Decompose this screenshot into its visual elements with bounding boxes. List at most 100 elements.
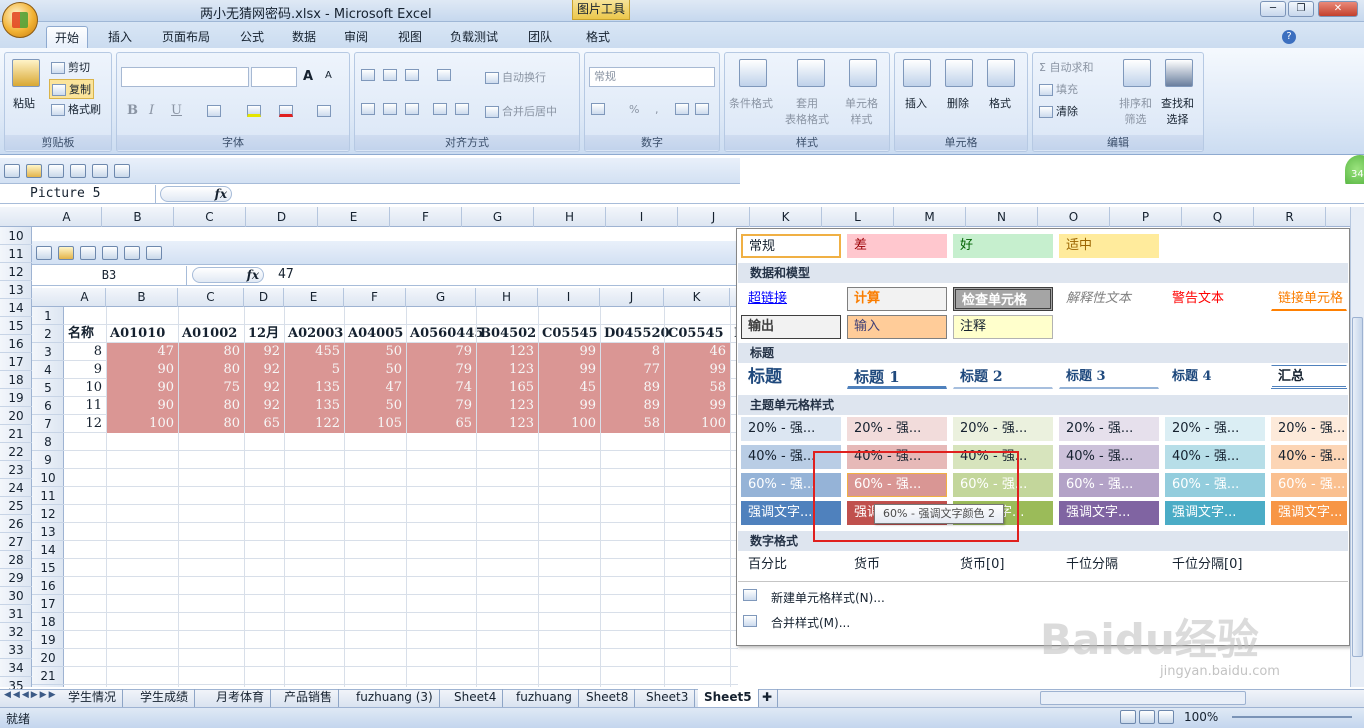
- open-icon[interactable]: [26, 164, 42, 178]
- column-header[interactable]: B: [102, 207, 174, 227]
- sheet-tab[interactable]: 产品销售: [278, 689, 340, 707]
- tab-team[interactable]: 团队: [520, 26, 560, 48]
- style-comma[interactable]: 千位分隔: [1059, 553, 1159, 577]
- column-header[interactable]: D: [246, 207, 318, 227]
- merge-styles-item[interactable]: 合并样式(M)...: [771, 614, 850, 631]
- format-painter-button[interactable]: 格式刷: [51, 101, 101, 117]
- cut-button[interactable]: 剪切: [51, 59, 90, 75]
- column-header[interactable]: H: [534, 207, 606, 227]
- tab-load-test[interactable]: 负载测试: [442, 26, 506, 48]
- row-header[interactable]: 24: [0, 479, 32, 497]
- close-button[interactable]: ✕: [1318, 1, 1358, 17]
- copy-button[interactable]: 复制: [49, 79, 94, 99]
- style-total[interactable]: 汇总: [1271, 365, 1347, 389]
- grow-font-button[interactable]: A: [303, 69, 313, 84]
- layout-icon[interactable]: [92, 164, 108, 178]
- row-header[interactable]: 26: [0, 515, 32, 533]
- column-header[interactable]: K: [750, 207, 822, 227]
- clear-button[interactable]: 清除: [1039, 103, 1078, 119]
- new-cell-style-item[interactable]: 新建单元格样式(N)...: [771, 589, 885, 606]
- page-layout-view-icon[interactable]: [1139, 710, 1155, 724]
- style-theme20-accent-1[interactable]: 20% - 强...: [741, 417, 841, 441]
- help-icon[interactable]: ?: [1282, 30, 1296, 44]
- row-header[interactable]: 23: [0, 461, 32, 479]
- normal-view-icon[interactable]: [1120, 710, 1136, 724]
- row-header[interactable]: 17: [0, 353, 32, 371]
- font-name-select[interactable]: [121, 67, 249, 87]
- underline-button[interactable]: U: [171, 103, 182, 118]
- column-header[interactable]: R: [1254, 207, 1326, 227]
- row-header[interactable]: 25: [0, 497, 32, 515]
- name-box[interactable]: Picture 5: [0, 185, 156, 203]
- comma-button[interactable]: ,: [655, 103, 659, 116]
- row-header[interactable]: 19: [0, 389, 32, 407]
- column-header[interactable]: I: [606, 207, 678, 227]
- column-header[interactable]: J: [678, 207, 750, 227]
- row-header[interactable]: 18: [0, 371, 32, 389]
- align-top-icon[interactable]: [361, 69, 375, 81]
- column-header[interactable]: M: [894, 207, 966, 227]
- sheet-tab[interactable]: 月考体育: [210, 689, 272, 707]
- tab-insert[interactable]: 插入: [100, 26, 140, 48]
- style-percent[interactable]: 百分比: [741, 553, 841, 577]
- align-bottom-icon[interactable]: [405, 69, 419, 81]
- column-header[interactable]: C: [174, 207, 246, 227]
- style-bad[interactable]: 差: [847, 234, 947, 258]
- row-header[interactable]: 29: [0, 569, 32, 587]
- insert-function-button[interactable]: fx: [160, 186, 232, 202]
- page-break-view-icon[interactable]: [1158, 710, 1174, 724]
- row-header[interactable]: 20: [0, 407, 32, 425]
- shrink-font-button[interactable]: A: [325, 70, 332, 81]
- office-button[interactable]: [2, 2, 38, 38]
- bold-button[interactable]: B: [127, 103, 138, 118]
- row-header[interactable]: 11: [0, 245, 32, 263]
- style-heading-2[interactable]: 标题 2: [953, 365, 1053, 389]
- cell-styles-button[interactable]: 单元格 样式: [845, 95, 878, 127]
- row-header[interactable]: 10: [0, 227, 32, 245]
- sheet-tab[interactable]: 学生情况: [62, 689, 124, 707]
- fill-button[interactable]: 填充: [1039, 81, 1078, 97]
- style-theme40-accent-6[interactable]: 40% - 强...: [1271, 445, 1347, 469]
- fill-color-icon[interactable]: [247, 105, 261, 117]
- sheet-tab[interactable]: Sheet5: [698, 689, 759, 707]
- zoom-slider[interactable]: [1232, 716, 1352, 718]
- row-header[interactable]: 14: [0, 299, 32, 317]
- column-header[interactable]: P: [1110, 207, 1182, 227]
- row-header[interactable]: 16: [0, 335, 32, 353]
- percent-button[interactable]: %: [629, 103, 639, 116]
- style-accent-accent-4[interactable]: 强调文字...: [1059, 501, 1159, 525]
- sheet-tab[interactable]: Sheet3: [640, 689, 696, 707]
- style-neutral[interactable]: 适中: [1059, 234, 1159, 258]
- conditional-format-button[interactable]: 条件格式: [729, 95, 773, 111]
- italic-button[interactable]: I: [149, 103, 154, 118]
- style-check-cell[interactable]: 检查单元格: [953, 287, 1053, 311]
- vertical-scroll-thumb[interactable]: [1352, 317, 1363, 657]
- style-heading-1[interactable]: 标题 1: [847, 365, 947, 389]
- decrease-indent-icon[interactable]: [433, 103, 447, 115]
- style-calculation[interactable]: 计算: [847, 287, 947, 311]
- style-title[interactable]: 标题: [741, 365, 841, 389]
- row-header[interactable]: 15: [0, 317, 32, 335]
- style-theme40-accent-5[interactable]: 40% - 强...: [1165, 445, 1265, 469]
- currency-icon[interactable]: [591, 103, 605, 115]
- increase-decimal-icon[interactable]: [675, 103, 689, 115]
- paste-button[interactable]: 粘贴: [13, 95, 35, 111]
- row-header[interactable]: 34: [0, 659, 32, 677]
- column-header[interactable]: A: [32, 207, 102, 227]
- font-size-select[interactable]: [251, 67, 297, 87]
- tab-format[interactable]: 格式: [578, 26, 618, 48]
- row-header[interactable]: 32: [0, 623, 32, 641]
- style-theme20-accent-6[interactable]: 20% - 强...: [1271, 417, 1347, 441]
- wrap-text-button[interactable]: 自动换行: [485, 69, 546, 85]
- style-currency-0[interactable]: 货币[0]: [953, 553, 1053, 577]
- style-accent-accent-5[interactable]: 强调文字...: [1165, 501, 1265, 525]
- insert-sheet-icon[interactable]: ✚: [756, 689, 778, 707]
- row-header[interactable]: 13: [0, 281, 32, 299]
- save-icon[interactable]: [4, 164, 20, 178]
- style-theme60-accent-4[interactable]: 60% - 强...: [1059, 473, 1159, 497]
- style-note[interactable]: 注释: [953, 315, 1053, 339]
- column-header[interactable]: G: [462, 207, 534, 227]
- spelling-icon[interactable]: [114, 164, 130, 178]
- align-left-icon[interactable]: [361, 103, 375, 115]
- column-header[interactable]: L: [822, 207, 894, 227]
